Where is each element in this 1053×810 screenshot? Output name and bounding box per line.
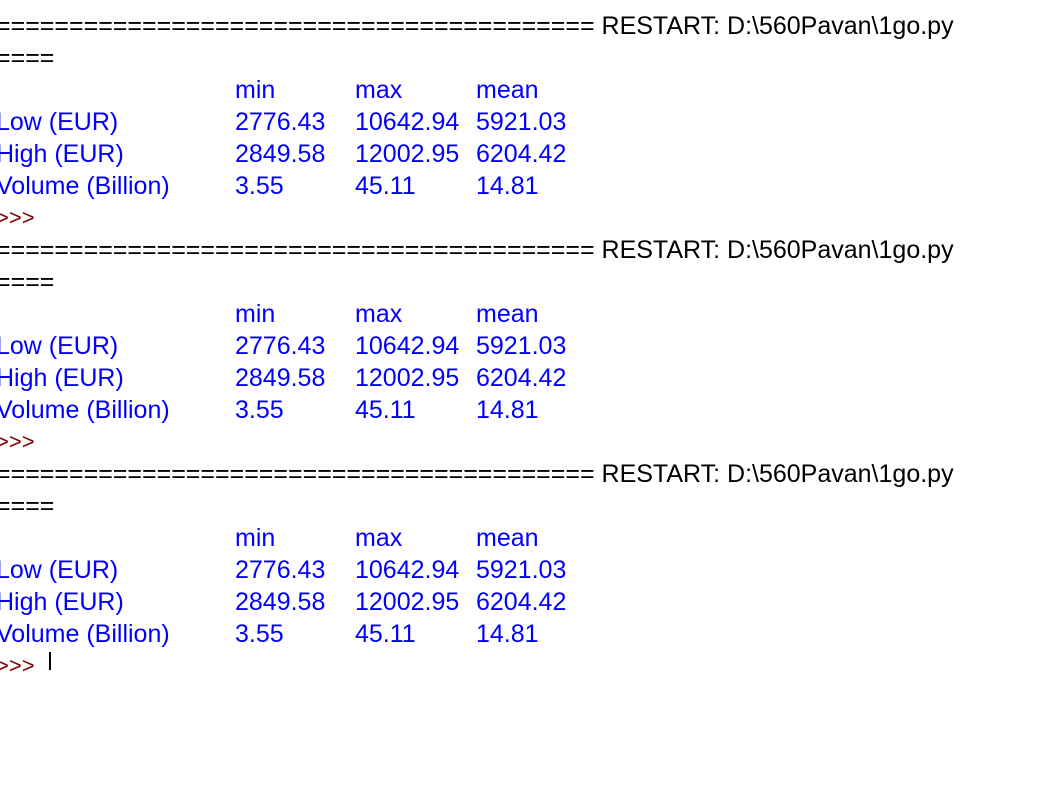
row-min: 2849.58 xyxy=(235,140,326,168)
restart-banner: ========================================… xyxy=(0,460,954,488)
row-max: 12002.95 xyxy=(355,364,460,392)
row-max: 45.11 xyxy=(355,396,416,424)
row-label: Low (EUR) xyxy=(0,332,119,360)
row-max: 45.11 xyxy=(355,620,416,648)
row-min: 2849.58 xyxy=(235,364,326,392)
row-mean: 6204.42 xyxy=(476,588,567,616)
row-label: Low (EUR) xyxy=(0,108,119,136)
row-min: 3.55 xyxy=(235,172,284,200)
header-min: min xyxy=(235,300,276,328)
row-min: 2776.43 xyxy=(235,556,326,584)
header-mean: mean xyxy=(476,76,539,104)
row-mean: 14.81 xyxy=(476,172,539,200)
row-label: Volume (Billion) xyxy=(0,620,170,648)
row-max: 12002.95 xyxy=(355,140,460,168)
table-row: Volume (Billion) 3.55 45.11 14.81 xyxy=(0,618,1053,650)
restart-banner-continuation: ==== xyxy=(0,268,55,296)
row-min: 2776.43 xyxy=(235,332,326,360)
restart-banner-continuation: ==== xyxy=(0,44,55,72)
row-max: 45.11 xyxy=(355,172,416,200)
row-mean: 14.81 xyxy=(476,396,539,424)
row-label: Volume (Billion) xyxy=(0,172,170,200)
table-header-row: min max mean xyxy=(0,298,1053,330)
row-mean: 6204.42 xyxy=(476,364,567,392)
row-mean: 6204.42 xyxy=(476,140,567,168)
table-row: Low (EUR) 2776.43 10642.94 5921.03 xyxy=(0,330,1053,362)
table-row: Low (EUR) 2776.43 10642.94 5921.03 xyxy=(0,554,1053,586)
row-label: High (EUR) xyxy=(0,364,124,392)
shell-prompt: >>> xyxy=(0,429,41,454)
row-mean: 14.81 xyxy=(476,620,539,648)
row-label: High (EUR) xyxy=(0,140,124,168)
table-header-row: min max mean xyxy=(0,74,1053,106)
table-row: Volume (Billion) 3.55 45.11 14.81 xyxy=(0,170,1053,202)
prompt-text: >>> xyxy=(0,653,35,678)
row-min: 2776.43 xyxy=(235,108,326,136)
row-max: 10642.94 xyxy=(355,108,460,136)
row-max: 12002.95 xyxy=(355,588,460,616)
row-mean: 5921.03 xyxy=(476,108,567,136)
row-mean: 5921.03 xyxy=(476,332,567,360)
row-label: High (EUR) xyxy=(0,588,124,616)
row-label: Volume (Billion) xyxy=(0,396,170,424)
row-min: 3.55 xyxy=(235,620,284,648)
table-row: High (EUR) 2849.58 12002.95 6204.42 xyxy=(0,586,1053,618)
table-row: Volume (Billion) 3.55 45.11 14.81 xyxy=(0,394,1053,426)
shell-run: ========================================… xyxy=(0,458,1053,682)
shell-prompt[interactable]: >>> xyxy=(0,650,1053,682)
header-max: max xyxy=(355,76,403,104)
header-mean: mean xyxy=(476,300,539,328)
restart-banner-continuation: ==== xyxy=(0,492,55,520)
table-row: High (EUR) 2849.58 12002.95 6204.42 xyxy=(0,138,1053,170)
table-row: Low (EUR) 2776.43 10642.94 5921.03 xyxy=(0,106,1053,138)
restart-banner: ========================================… xyxy=(0,12,954,40)
shell-run: ========================================… xyxy=(0,234,1053,458)
header-max: max xyxy=(355,524,403,552)
shell-prompt: >>> xyxy=(0,205,41,230)
row-max: 10642.94 xyxy=(355,556,460,584)
table-header-row: min max mean xyxy=(0,522,1053,554)
row-mean: 5921.03 xyxy=(476,556,567,584)
text-cursor xyxy=(49,652,51,670)
row-min: 3.55 xyxy=(235,396,284,424)
header-min: min xyxy=(235,76,276,104)
row-min: 2849.58 xyxy=(235,588,326,616)
python-shell-output[interactable]: ========================================… xyxy=(0,10,1053,682)
restart-banner: ========================================… xyxy=(0,236,954,264)
header-max: max xyxy=(355,300,403,328)
row-label: Low (EUR) xyxy=(0,556,119,584)
header-min: min xyxy=(235,524,276,552)
row-max: 10642.94 xyxy=(355,332,460,360)
shell-run: ========================================… xyxy=(0,10,1053,234)
table-row: High (EUR) 2849.58 12002.95 6204.42 xyxy=(0,362,1053,394)
header-mean: mean xyxy=(476,524,539,552)
